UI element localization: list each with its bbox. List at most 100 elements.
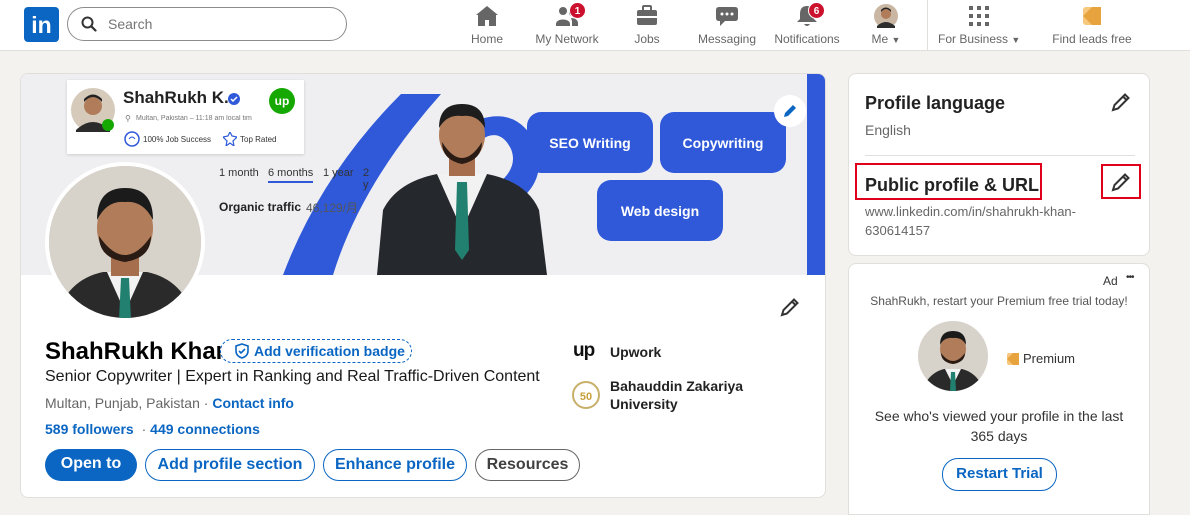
- tab-6-months: 6 months: [268, 167, 314, 183]
- edit-intro-button[interactable]: [775, 292, 805, 322]
- premium-label: Premium: [1023, 351, 1076, 366]
- nav-me-label: Me ▼: [871, 32, 901, 46]
- nav-me[interactable]: Me ▼: [866, 4, 906, 46]
- tab-2-years: 2 y: [363, 167, 370, 191]
- upwork-company-icon: up: [573, 340, 595, 361]
- premium-icon: [1083, 7, 1101, 25]
- profile-photo[interactable]: [45, 162, 205, 322]
- location-pin-icon: ⚲: [125, 114, 131, 123]
- chevron-down-icon: ▼: [1011, 35, 1021, 45]
- nav-messaging[interactable]: Messaging: [695, 4, 759, 46]
- profile-card: ShahRukh K. ⚲ Multan, Pakistan – 11:18 a…: [20, 73, 826, 498]
- job-success-icon: [124, 131, 140, 147]
- ad-avatar: [918, 321, 988, 391]
- profile-location: Multan, Punjab, Pakistan: [45, 395, 200, 411]
- current-company[interactable]: up Upwork: [573, 340, 793, 362]
- premium-icon: [1007, 353, 1019, 365]
- nav-notifications-label: Notifications: [774, 32, 840, 46]
- profile-name: ShahRukh Khan: [45, 338, 231, 365]
- tab-1-month: 1 month: [219, 167, 259, 179]
- nav-jobs[interactable]: Jobs: [629, 4, 665, 46]
- banner-portrait: [377, 104, 547, 275]
- upwork-badge-card: ShahRukh K. ⚲ Multan, Pakistan – 11:18 a…: [67, 80, 304, 154]
- svg-text:50: 50: [580, 391, 592, 403]
- nav-my-network[interactable]: 1 My Network: [532, 2, 602, 46]
- pencil-icon: [1111, 172, 1130, 191]
- school-name: Bahauddin Zakariya University: [610, 378, 744, 412]
- nav-find-leads[interactable]: Find leads free: [1050, 4, 1134, 46]
- nav-home[interactable]: Home: [469, 4, 505, 46]
- linkedin-logo[interactable]: in: [24, 7, 59, 42]
- pencil-icon: [784, 105, 796, 117]
- nav-my-network-label: My Network: [535, 32, 599, 46]
- add-verification-badge-button[interactable]: Add verification badge: [220, 339, 412, 363]
- traffic-widget: 1 month 6 months 1 year 2 y Organic traf…: [214, 161, 376, 221]
- public-profile-url-line-2: 630614157: [865, 223, 931, 238]
- home-icon: [476, 6, 498, 26]
- pencil-icon: [1111, 93, 1130, 112]
- global-nav: in Home 1 My Network Jobs Messaging 6 No…: [0, 0, 1190, 51]
- avatar: [874, 4, 898, 28]
- university-logo-icon: 50: [572, 381, 600, 409]
- service-web-design: Web design: [597, 180, 723, 241]
- organic-traffic-value: 46,129/月: [306, 201, 359, 215]
- tab-1-year: 1 year: [323, 167, 354, 179]
- messaging-icon: [716, 7, 738, 26]
- upwork-logo: up: [269, 88, 295, 114]
- profile-language-value: English: [865, 122, 911, 138]
- public-profile-url-line-1: www.linkedin.com/in/shahrukh-khan-: [865, 204, 1076, 219]
- nav-notifications[interactable]: 6 Notifications: [772, 2, 842, 46]
- search-box[interactable]: [67, 7, 347, 41]
- grid-icon: [969, 6, 989, 26]
- contact-info-link[interactable]: Contact info: [212, 395, 294, 411]
- shield-check-icon: [235, 343, 249, 359]
- profile-headline: Senior Copywriter | Expert in Ranking an…: [45, 368, 540, 385]
- pencil-icon: [780, 298, 799, 317]
- ad-more-icon[interactable]: •••: [1126, 272, 1134, 283]
- chevron-down-icon: ▼: [891, 35, 901, 45]
- briefcase-icon: [637, 5, 657, 25]
- followers-link[interactable]: 589 followers: [45, 421, 134, 437]
- restart-trial-button[interactable]: Restart Trial: [942, 458, 1057, 491]
- network-badge: 1: [569, 2, 586, 19]
- search-icon: [81, 16, 97, 32]
- ad-headline: ShahRukh, restart your Premium free tria…: [870, 294, 1128, 308]
- connections-link[interactable]: 449 connections: [150, 421, 260, 437]
- nav-for-business[interactable]: For Business ▼: [938, 4, 1020, 46]
- search-input[interactable]: [108, 14, 328, 34]
- location-separator: ·: [203, 395, 209, 411]
- edit-public-profile-button[interactable]: [1101, 164, 1141, 199]
- profile-language-title: Profile language: [865, 93, 1006, 113]
- nav-messaging-label: Messaging: [697, 32, 757, 46]
- edit-profile-language-button[interactable]: [1106, 87, 1136, 117]
- company-name: Upwork: [610, 344, 662, 360]
- nav-find-leads-label: Find leads free: [1052, 32, 1132, 46]
- nav-home-label: Home: [470, 32, 503, 46]
- nav-divider: [927, 0, 928, 51]
- edit-banner-button[interactable]: [774, 95, 806, 127]
- ad-body: See who's viewed your profile in the las…: [874, 408, 1124, 444]
- education[interactable]: 50 Bahauddin Zakariya University: [571, 376, 791, 416]
- nav-jobs-label: Jobs: [634, 32, 660, 46]
- premium-ad-card: Ad ••• ShahRukh, restart your Premium fr…: [848, 263, 1150, 515]
- organic-traffic-label: Organic traffic: [219, 200, 302, 214]
- ad-label: Ad: [1103, 274, 1118, 288]
- top-rated-label: Top Rated: [240, 135, 277, 144]
- enhance-profile-button[interactable]: Enhance profile: [323, 449, 467, 481]
- connections-separator: ·: [141, 421, 147, 437]
- upwork-name: ShahRukh K.: [123, 88, 229, 107]
- job-success-label: 100% Job Success: [143, 135, 212, 144]
- service-seo-writing: SEO Writing: [527, 112, 653, 173]
- public-profile-title: Public profile & URL: [865, 175, 1040, 195]
- add-profile-section-button[interactable]: Add profile section: [145, 449, 315, 481]
- location-line: Multan, Punjab, Pakistan · Contact info: [45, 395, 294, 411]
- notifications-badge: 6: [808, 2, 825, 19]
- settings-divider: [865, 155, 1135, 156]
- nav-for-business-label: For Business ▼: [938, 32, 1021, 46]
- service-copywriting: Copywriting: [660, 112, 786, 173]
- upwork-location: Multan, Pakistan – 11:18 am local tim: [136, 115, 252, 122]
- open-to-button[interactable]: Open to: [45, 449, 137, 481]
- verified-icon: [228, 93, 240, 105]
- resources-button[interactable]: Resources: [475, 449, 580, 481]
- network-line: 589 followers · 449 connections: [45, 421, 260, 437]
